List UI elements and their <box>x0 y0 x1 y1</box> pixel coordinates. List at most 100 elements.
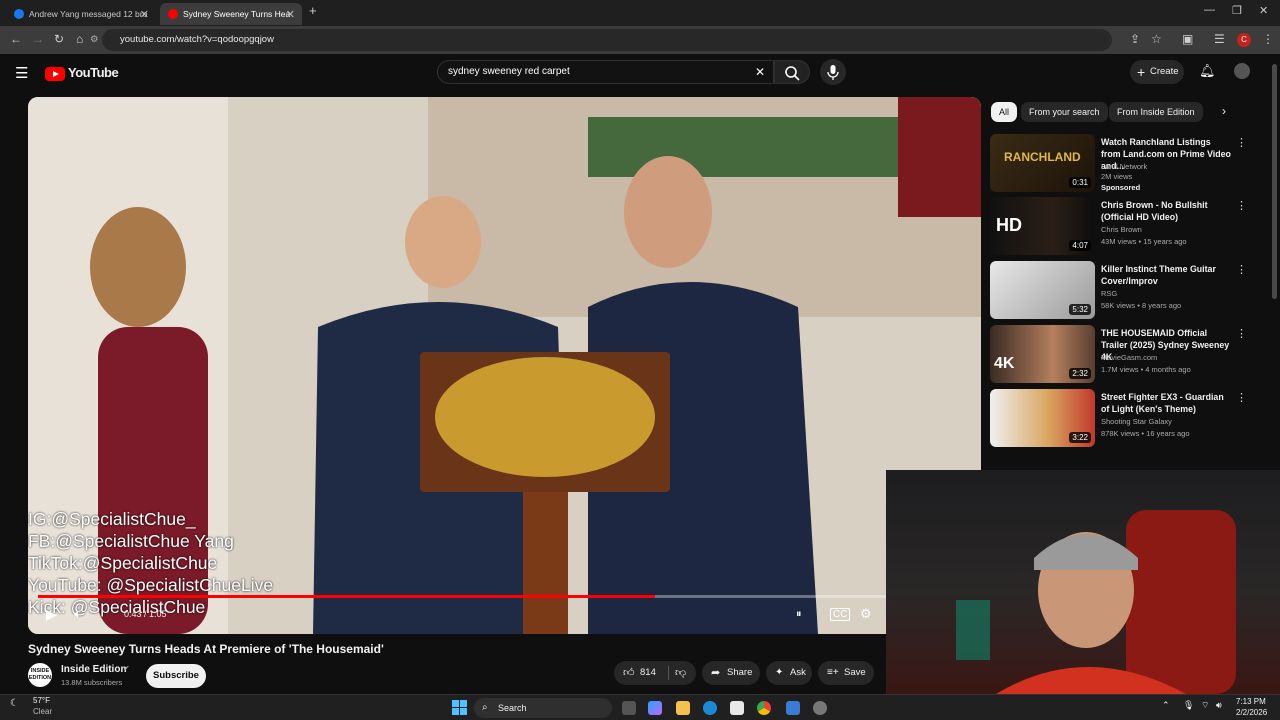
chip-from-your-search[interactable]: From your search <box>1021 102 1108 122</box>
youtube-logo-text[interactable]: YouTube <box>68 65 119 80</box>
page-scrollbar[interactable] <box>1272 64 1277 299</box>
forward-icon[interactable]: → <box>32 32 44 46</box>
account-avatar[interactable] <box>1234 63 1250 79</box>
recommendation-channel[interactable]: RSG <box>1101 289 1117 298</box>
taskbar-search-label: Search <box>498 703 527 713</box>
chip-all[interactable]: All <box>991 102 1018 122</box>
settings-gear-icon[interactable]: ⚙ <box>860 606 872 622</box>
edge-icon[interactable] <box>703 701 717 715</box>
recommendation-item[interactable]: 3:22 Street Fighter EX3 - Guardian of Li… <box>990 389 1247 447</box>
recommendation-channel[interactable]: Shooting Star Galaxy <box>1101 417 1172 426</box>
minimize-button[interactable]: — <box>1204 4 1215 16</box>
store-icon[interactable] <box>730 701 744 715</box>
weather-temp[interactable]: 57°F <box>33 696 50 705</box>
chrome-icon[interactable] <box>757 701 771 715</box>
wifi-icon[interactable]: ⌔ <box>1201 700 1209 711</box>
close-tab-icon[interactable]: ✕ <box>286 8 295 21</box>
video-player[interactable]: IG:@SpecialistChue_ FB:@SpecialistChue Y… <box>28 97 981 634</box>
like-count[interactable]: 814 <box>640 661 656 685</box>
speaker-icon[interactable]: 🔊︎ <box>1216 700 1222 711</box>
voice-search-button[interactable] <box>820 59 846 85</box>
back-icon[interactable]: ← <box>10 32 22 46</box>
install-icon[interactable]: ⇪ <box>1130 32 1140 46</box>
play-icon[interactable]: ▶ <box>46 606 57 623</box>
video-thumbnail[interactable]: 4K 2:32 <box>990 325 1095 383</box>
subscribe-button[interactable]: Subscribe <box>146 664 206 688</box>
notifications-bell-icon[interactable]: 🔔︎ <box>1199 63 1216 79</box>
recommendation-item[interactable]: HD 4:07 Chris Brown - No Bullshit (Offic… <box>990 197 1247 255</box>
youtube-favicon-icon <box>168 9 178 19</box>
youtube-logo-icon[interactable] <box>45 67 65 81</box>
extensions-icon[interactable]: ☰ <box>1214 32 1225 46</box>
clear-search-icon[interactable]: ✕ <box>755 61 765 83</box>
windows-start-icon[interactable] <box>452 700 467 715</box>
recommendation-channel[interactable]: Chris Brown <box>1101 225 1142 234</box>
chip-from-inside-edition[interactable]: From Inside Edition <box>1109 102 1203 122</box>
close-window-button[interactable]: ✕ <box>1259 4 1268 17</box>
create-button[interactable]: + Create <box>1130 60 1184 84</box>
maximize-button[interactable]: ❐ <box>1232 4 1242 17</box>
app-icon[interactable] <box>786 701 800 715</box>
more-actions-icon[interactable]: ⋮ <box>1236 136 1247 149</box>
video-thumbnail[interactable]: HD 4:07 <box>990 197 1095 255</box>
file-explorer-icon[interactable] <box>676 701 690 715</box>
tray-overflow-icon[interactable]: ⌃ <box>1162 700 1170 711</box>
video-thumbnail[interactable]: 5:32 <box>990 261 1095 319</box>
home-icon[interactable]: ⌂ <box>76 32 83 46</box>
browser-menu-icon[interactable]: ⋮ <box>1262 32 1274 46</box>
url-field[interactable]: ⚙ youtube.com/watch?v=qodoopgqjow <box>90 29 1112 51</box>
more-actions-icon[interactable]: ⋮ <box>1236 199 1247 212</box>
recommendation-channel[interactable]: Land Network <box>1101 162 1147 171</box>
video-thumbnail[interactable]: 3:22 <box>990 389 1095 447</box>
recommendation-item[interactable]: 4K 2:32 THE HOUSEMAID Official Trailer (… <box>990 325 1247 383</box>
microphone-tray-icon[interactable]: 🎙︎ <box>1183 700 1194 711</box>
more-actions-icon[interactable]: ⋮ <box>1236 391 1247 404</box>
channel-name[interactable]: Inside Edition <box>61 664 127 675</box>
autoplay-toggle-icon[interactable]: ⏸ <box>796 608 802 621</box>
clock-date[interactable]: 2/2/2026 <box>1236 708 1267 717</box>
recommendation-item[interactable]: RANCHLAND 0:31 Watch Ranchland Listings … <box>990 134 1247 192</box>
recommendation-title[interactable]: Killer Instinct Theme Guitar Cover/Impro… <box>1101 263 1231 287</box>
volume-icon[interactable]: 🔈︎ <box>74 606 82 622</box>
app-icon[interactable] <box>813 701 827 715</box>
share-button[interactable]: ➦ Share <box>702 661 760 685</box>
video-thumbnail[interactable]: RANCHLAND 0:31 <box>990 134 1095 192</box>
copilot-icon[interactable] <box>648 701 662 715</box>
social-overlay-line: FB:@SpecialistChue Yang <box>28 531 234 551</box>
tab-facebook[interactable]: Andrew Yang messaged 12 bro ✕ <box>6 3 156 25</box>
hamburger-menu-icon[interactable]: ☰ <box>15 64 28 82</box>
more-actions-icon[interactable]: ⋮ <box>1236 263 1247 276</box>
search-input[interactable]: sydney sweeney red carpet ✕ <box>437 60 774 84</box>
channel-avatar[interactable]: INSIDE EDITION <box>28 663 52 687</box>
captions-icon[interactable]: CC <box>830 608 851 621</box>
clock-time[interactable]: 7:13 PM <box>1236 697 1266 706</box>
task-view-icon[interactable] <box>622 701 636 715</box>
taskbar-search[interactable]: ⌕ Search <box>474 698 612 718</box>
chips-next-chevron-icon[interactable]: › <box>1222 104 1226 118</box>
save-button[interactable]: ≡+ Save <box>818 661 874 685</box>
close-tab-icon[interactable]: ✕ <box>140 8 149 21</box>
time-display: 0:43 / 1:05 <box>124 609 167 619</box>
recommendation-title[interactable]: Chris Brown - No Bullshit (Official HD V… <box>1101 199 1231 223</box>
create-label: Create <box>1150 66 1179 77</box>
site-info-icon[interactable]: ⚙ <box>90 29 99 51</box>
recommendation-channel[interactable]: MovieGasm.com <box>1101 353 1157 362</box>
more-actions-icon[interactable]: ⋮ <box>1236 327 1247 340</box>
tab-youtube[interactable]: Sydney Sweeney Turns Hea ✕ <box>160 3 302 25</box>
like-icon[interactable]: 👍︎ <box>623 661 635 685</box>
like-dislike-group: 👍︎ 814 👎︎ <box>614 661 696 685</box>
ask-button[interactable]: ✦ Ask <box>766 661 812 685</box>
bookmark-star-icon[interactable]: ☆ <box>1151 32 1162 46</box>
side-panel-icon[interactable]: ▣ <box>1182 32 1193 46</box>
reload-icon[interactable]: ↻ <box>54 32 64 46</box>
progress-bar[interactable] <box>38 595 973 598</box>
recommendation-title[interactable]: Street Fighter EX3 - Guardian of Light (… <box>1101 391 1231 415</box>
dislike-icon[interactable]: 👎︎ <box>675 661 686 685</box>
profile-avatar[interactable]: C <box>1237 33 1251 47</box>
social-overlay-line: TikTok:@SpecialistChue <box>28 553 218 573</box>
save-label: Save <box>844 667 866 678</box>
recommendation-item[interactable]: 5:32 Killer Instinct Theme Guitar Cover/… <box>990 261 1247 319</box>
new-tab-button[interactable]: + <box>309 3 317 18</box>
search-button[interactable] <box>774 60 810 84</box>
subscriber-count: 13.8M subscribers <box>61 678 123 687</box>
